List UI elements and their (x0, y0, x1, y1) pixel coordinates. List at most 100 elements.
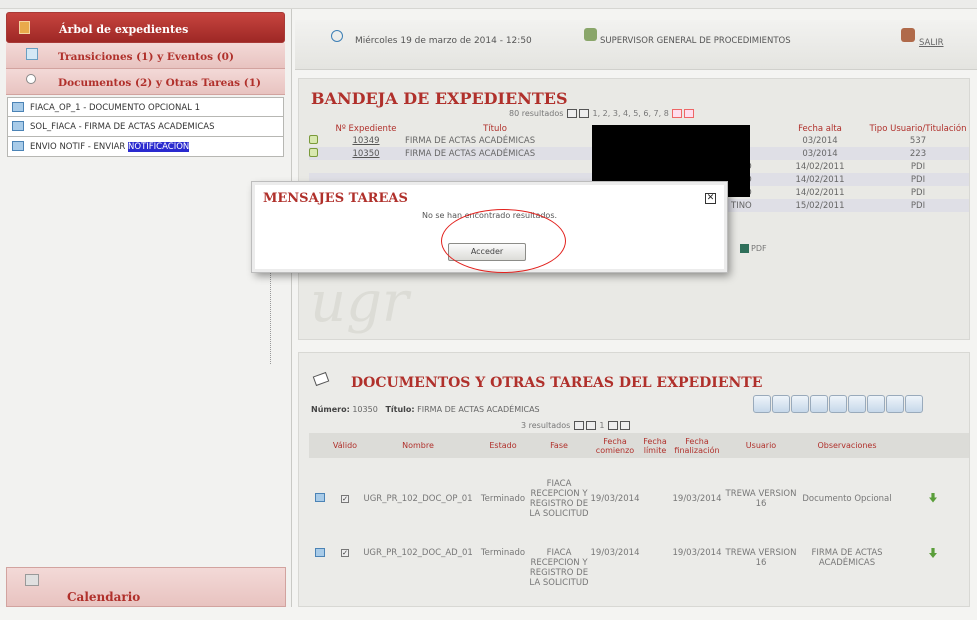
download-icon[interactable] (929, 548, 937, 558)
cell-title: FIRMA DE ACTAS ACADÉMICAS (405, 135, 536, 146)
col-end[interactable]: Fecha finalización (669, 433, 725, 458)
tool-info-icon[interactable] (886, 395, 904, 413)
first-page-icon[interactable] (573, 421, 584, 430)
tool-clock-icon[interactable] (829, 395, 847, 413)
sidebar-item-highlight: NOTIFICACION (128, 142, 190, 152)
pdf-icon (740, 244, 749, 253)
expediente-link[interactable]: 10350 (327, 147, 405, 160)
cell-name: UGR_PR_102_DOC_AD_01 (363, 548, 473, 558)
last-page-icon[interactable] (620, 421, 631, 430)
cell-state: Terminado (480, 494, 526, 504)
modal-title: MENSAJES TAREAS (263, 191, 408, 206)
col-obs[interactable]: Observaciones (797, 433, 897, 458)
current-page: 1 (599, 421, 605, 430)
expediente-meta: Número: 10350 Título: FIRMA DE ACTAS ACA… (311, 405, 540, 414)
cell-type: 223 (867, 147, 969, 160)
cell-end: 19/03/2014 (672, 494, 722, 504)
tool-tasks-icon[interactable] (772, 395, 790, 413)
sidebar-section-transitions[interactable]: Transiciones (1) y Eventos (0) (6, 43, 285, 69)
close-icon[interactable]: ✕ (705, 193, 716, 204)
document-icon[interactable] (315, 548, 325, 557)
next-page-icon[interactable] (608, 421, 619, 430)
cell-type: 537 (909, 135, 927, 146)
cell-type: PDI (910, 187, 926, 198)
logout-icon[interactable] (901, 28, 915, 42)
cell-date: 03/2014 (773, 147, 867, 160)
cell-type: PDI (910, 161, 926, 172)
title-label: Título: (385, 405, 415, 414)
col-name[interactable]: Nombre (359, 433, 477, 458)
col-user[interactable]: Usuario (725, 433, 797, 458)
sidebar-header[interactable]: Árbol de expedientes (6, 12, 285, 43)
document-icon[interactable] (315, 493, 325, 502)
cell-limit (641, 458, 669, 540)
open-icon[interactable] (309, 134, 318, 144)
download-icon[interactable] (929, 492, 937, 503)
cell-obs: FIRMA DE ACTAS ACADÉMICAS (811, 548, 883, 568)
next-page-icon[interactable] (672, 109, 683, 118)
col-num[interactable]: Nº Expediente (327, 123, 405, 134)
top-header: Miércoles 19 de marzo de 2014 - 12:50 SU… (295, 20, 977, 70)
inbox-title: BANDEJA DE EXPEDIENTES (311, 89, 568, 108)
tool-refresh-icon[interactable] (905, 395, 923, 413)
col-phase[interactable]: Fase (529, 433, 589, 458)
pdf-label: PDF (751, 244, 767, 253)
sidebar-section-label: Documentos (2) y Otras Tareas (1) (58, 77, 261, 89)
cell-user: TREWA VERSION 16 (725, 548, 797, 568)
top-strip (0, 0, 977, 9)
col-limit[interactable]: Fecha límite (641, 433, 669, 458)
sidebar-item-envio-notif[interactable]: ENVIO NOTIF - ENVIAR NOTIFICACION (7, 137, 284, 157)
table-row[interactable]: ✓ UGR_PR_102_DOC_OP_01 Terminado FIACA R… (309, 458, 969, 540)
col-type[interactable]: Tipo Usuario/Titulación (867, 123, 969, 134)
modal-message: No se han encontrado resultados. (421, 211, 558, 220)
current-user: SUPERVISOR GENERAL DE PROCEDIMIENTOS (600, 36, 791, 46)
cell-obs: Documento Opcional (802, 494, 892, 504)
sidebar-item-fiaca-op1[interactable]: FIACA_OP_1 - DOCUMENTO OPCIONAL 1 (7, 97, 284, 117)
paperclip-icon (26, 74, 36, 84)
cell-phase: FIACA RECEPCION Y REGISTRO DE LA SOLICIT… (529, 548, 589, 588)
tool-search-icon[interactable] (810, 395, 828, 413)
cell-date: 14/02/2011 (795, 187, 845, 198)
col-state[interactable]: Estado (477, 433, 529, 458)
folder-icon (19, 21, 30, 34)
col-date[interactable]: Fecha alta (773, 123, 867, 134)
col-start[interactable]: Fecha comienzo (589, 433, 641, 458)
cell-limit (641, 540, 669, 620)
cell-date: 14/02/2011 (773, 173, 867, 186)
tool-users-icon[interactable] (867, 395, 885, 413)
documents-pager: 3 resultados 1 (521, 421, 631, 430)
pencil-icon (312, 371, 330, 387)
open-icon[interactable] (309, 147, 318, 157)
tool-sign-icon[interactable] (791, 395, 809, 413)
last-page-icon[interactable] (684, 109, 695, 118)
cell-date: 15/02/2011 (773, 199, 867, 212)
sidebar-calendar[interactable]: Calendario (6, 567, 286, 607)
cell-title: FIRMA DE ACTAS ACADÉMICAS (405, 147, 585, 160)
page-links[interactable]: 1, 2, 3, 4, 5, 6, 7, 8 (593, 109, 669, 118)
sidebar-section-documents[interactable]: Documentos (2) y Otras Tareas (1) (6, 69, 285, 95)
cell-type: PDI (867, 173, 969, 186)
sidebar-item-sol-fiaca[interactable]: SOL_FIACA - FIRMA DE ACTAS ACADEMICAS (7, 117, 284, 137)
col-valid[interactable]: Válido (331, 433, 359, 458)
cell-date: 03/2014 (802, 135, 838, 146)
sidebar-item-label: ENVIO NOTIF - ENVIAR (30, 142, 129, 152)
pdf-export[interactable]: PDF (740, 244, 767, 253)
accept-button[interactable]: Acceder (448, 243, 526, 261)
tool-documents-icon[interactable] (753, 395, 771, 413)
first-page-icon[interactable] (566, 109, 577, 118)
cell-type: PDI (867, 199, 969, 212)
cell-user: TREWA VERSION 16 (725, 489, 797, 509)
prev-page-icon[interactable] (585, 421, 596, 430)
tasks-modal: MENSAJES TAREAS ✕ No se han encontrado r… (252, 182, 727, 272)
valid-checkbox[interactable]: ✓ (341, 495, 349, 503)
valid-checkbox[interactable]: ✓ (341, 549, 349, 557)
inbox-pager: 80 resultados 1, 2, 3, 4, 5, 6, 7, 8 (509, 109, 695, 118)
table-row[interactable]: ✓ UGR_PR_102_DOC_AD_01 Terminado FIACA R… (309, 540, 969, 620)
logout-link[interactable]: SALIR (919, 38, 944, 48)
number-label: Número: (311, 405, 350, 414)
sidebar-header-label: Árbol de expedientes (59, 23, 189, 36)
tool-chart-icon[interactable] (848, 395, 866, 413)
col-title[interactable]: Título (405, 123, 585, 134)
prev-page-icon[interactable] (578, 109, 589, 118)
expediente-link[interactable]: 10349 (327, 134, 405, 147)
